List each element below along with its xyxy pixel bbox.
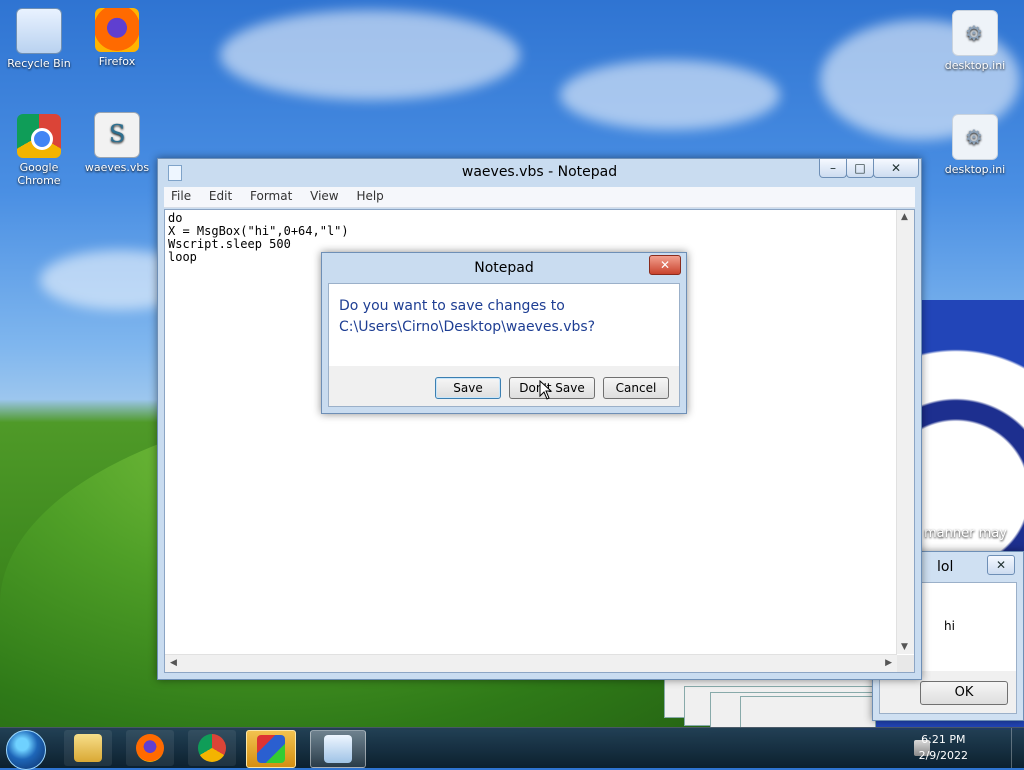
settings-file-icon bbox=[952, 10, 998, 56]
dialog-message-area: Do you want to save changes to C:\Users\… bbox=[329, 284, 679, 366]
dialog-message: Do you want to save changes to C:\Users\… bbox=[339, 296, 595, 338]
start-button[interactable] bbox=[6, 730, 46, 770]
save-changes-dialog[interactable]: Notepad ✕ Do you want to save changes to… bbox=[321, 252, 687, 414]
firefox-icon bbox=[136, 734, 164, 762]
menu-file[interactable]: File bbox=[164, 187, 198, 205]
script-file-icon bbox=[94, 112, 140, 158]
scroll-up-arrow-icon[interactable]: ▲ bbox=[901, 212, 908, 222]
show-desktop-button[interactable] bbox=[1011, 728, 1024, 768]
dialog-message-line1: Do you want to save changes to bbox=[339, 298, 565, 314]
horizontal-scrollbar[interactable]: ◀ ▶ bbox=[165, 654, 897, 672]
taskbar: 6:21 PM 2/9/2022 bbox=[0, 727, 1024, 770]
taskbar-notepad[interactable] bbox=[310, 730, 366, 768]
chrome-icon bbox=[198, 734, 226, 762]
scrollbar-corner bbox=[897, 655, 914, 672]
ok-button[interactable]: OK bbox=[920, 681, 1008, 705]
msgbox-message: hi bbox=[944, 619, 955, 633]
overlay-text: manner may bbox=[924, 526, 1007, 541]
chrome-desktop-icon[interactable]: Google Chrome bbox=[4, 114, 74, 187]
recycle-bin-desktop-icon[interactable]: Recycle Bin bbox=[4, 8, 74, 70]
msgbox-close-button[interactable]: ✕ bbox=[987, 555, 1015, 575]
menu-bar: File Edit Format View Help bbox=[164, 187, 915, 208]
notepad-icon bbox=[324, 735, 352, 763]
menu-format[interactable]: Format bbox=[243, 187, 299, 205]
taskbar-clock[interactable]: 6:21 PM 2/9/2022 bbox=[919, 732, 968, 764]
taskbar-script-host[interactable] bbox=[246, 730, 296, 768]
taskbar-firefox[interactable] bbox=[126, 730, 174, 766]
dialog-message-line2: C:\Users\Cirno\Desktop\waeves.vbs? bbox=[339, 319, 596, 335]
script-host-icon bbox=[257, 735, 285, 763]
clock-time: 6:21 PM bbox=[921, 733, 966, 746]
dialog-close-button[interactable]: ✕ bbox=[649, 255, 681, 275]
clock-date: 2/9/2022 bbox=[918, 749, 968, 762]
taskbar-chrome[interactable] bbox=[188, 730, 236, 766]
dialog-title: Notepad bbox=[474, 260, 534, 276]
notepad-window[interactable]: waeves.vbs - Notepad – □ ✕ File Edit For… bbox=[157, 158, 922, 680]
desktop-icon-label: desktop.ini bbox=[944, 163, 1006, 176]
desktop-icon-label: Google Chrome bbox=[17, 161, 61, 187]
vertical-scrollbar[interactable]: ▲ ▼ bbox=[896, 210, 914, 654]
close-button[interactable]: ✕ bbox=[873, 159, 919, 178]
ini-file-desktop-icon[interactable]: desktop.ini bbox=[940, 114, 1010, 176]
settings-file-icon bbox=[952, 114, 998, 160]
save-button[interactable]: Save bbox=[435, 377, 501, 399]
menu-edit[interactable]: Edit bbox=[202, 187, 239, 205]
menu-help[interactable]: Help bbox=[349, 187, 390, 205]
scroll-left-arrow-icon[interactable]: ◀ bbox=[170, 658, 177, 668]
dialog-body: Do you want to save changes to C:\Users\… bbox=[328, 283, 680, 407]
cancel-button[interactable]: Cancel bbox=[603, 377, 669, 399]
taskbar-explorer[interactable] bbox=[64, 730, 112, 766]
desktop-icon-label: desktop.ini bbox=[944, 59, 1006, 72]
notepad-titlebar[interactable]: waeves.vbs - Notepad – □ ✕ bbox=[158, 159, 921, 185]
desktop-icon-label: waeves.vbs bbox=[84, 161, 150, 174]
scroll-down-arrow-icon[interactable]: ▼ bbox=[901, 642, 908, 652]
firefox-icon bbox=[95, 8, 139, 52]
desktop-icon-label: Recycle Bin bbox=[7, 57, 71, 70]
menu-view[interactable]: View bbox=[303, 187, 345, 205]
notepad-title: waeves.vbs - Notepad bbox=[461, 164, 618, 180]
vbs-file-desktop-icon[interactable]: waeves.vbs bbox=[82, 112, 152, 174]
chrome-icon bbox=[17, 114, 61, 158]
desktop-icon-label: Firefox bbox=[98, 55, 136, 68]
scroll-right-arrow-icon[interactable]: ▶ bbox=[885, 658, 892, 668]
folder-icon bbox=[74, 734, 102, 762]
ini-file-desktop-icon[interactable]: desktop.ini bbox=[940, 10, 1010, 72]
minimize-button[interactable]: – bbox=[819, 159, 847, 178]
recycle-bin-icon bbox=[16, 8, 62, 54]
firefox-desktop-icon[interactable]: Firefox bbox=[82, 8, 152, 68]
mouse-cursor-icon bbox=[539, 380, 553, 400]
dialog-titlebar[interactable]: Notepad ✕ bbox=[322, 253, 686, 279]
maximize-button[interactable]: □ bbox=[846, 159, 874, 178]
